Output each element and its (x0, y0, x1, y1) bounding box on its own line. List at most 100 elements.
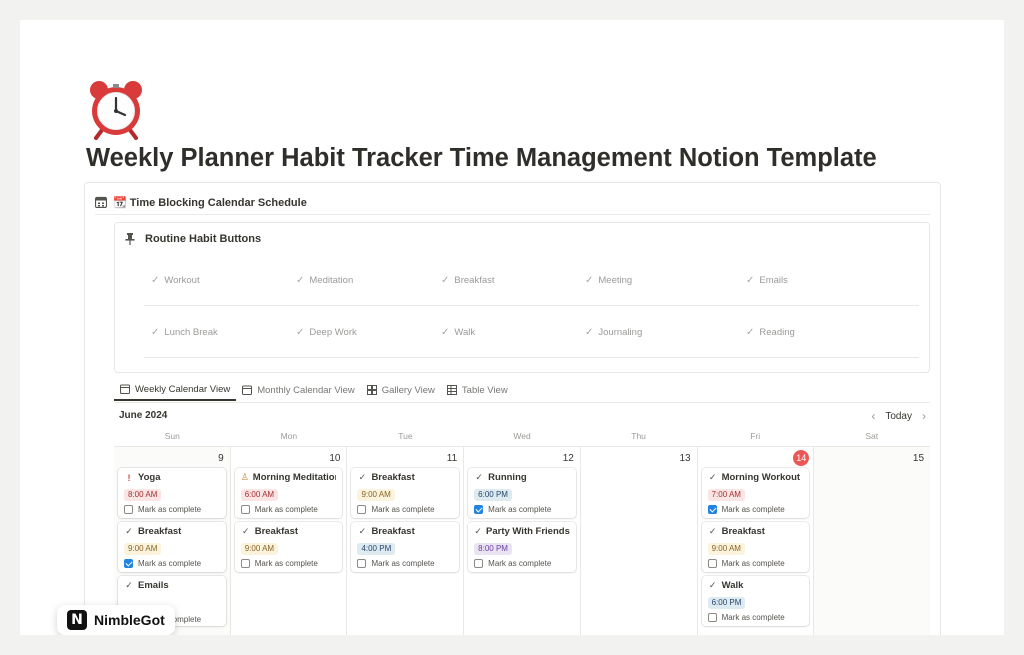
calendar-icon (120, 384, 130, 394)
weekday-label: Tue (398, 431, 413, 441)
calendar-grid: 9! Yoga 8:00 AM Mark as complete ✓ Breakfast 9… (114, 446, 931, 635)
mark-complete-row: Mark as complete (240, 505, 337, 514)
chevron-left-icon[interactable]: ‹ (871, 409, 875, 423)
tab-weekly-calendar-view[interactable]: Weekly Calendar View (114, 379, 237, 401)
schedule-block: 📆 Time Blocking Calendar Schedule Routin… (84, 182, 941, 635)
event-title-row: ✓ Emails (124, 579, 220, 592)
complete-checkbox[interactable] (474, 505, 484, 514)
weekday-label: Thu (631, 431, 646, 441)
complete-checkbox[interactable] (124, 559, 133, 568)
habit-button[interactable]: ✓ Lunch Break (145, 324, 224, 341)
day-cell[interactable]: 12 ✓ Running 6:00 PM Mark as complete ✓ Party … (464, 447, 581, 635)
event-card[interactable]: ✓ Breakfast 9:00 AM Mark as complete (351, 468, 460, 518)
mark-complete-row: Mark as complete (357, 559, 453, 568)
tab-label: Table View (461, 384, 508, 396)
routine-header: Routine Habit Buttons (125, 233, 261, 245)
event-card[interactable]: ✓ Breakfast 9:00 AM Mark as complete (118, 522, 226, 572)
habit-button[interactable]: ✓ Deep Work (290, 324, 363, 341)
day-cell[interactable]: 10 ♙ Morning Meditation 6:00 AM Mark as comp… (231, 447, 348, 635)
event-title: Breakfast (721, 526, 765, 537)
event-title: Breakfast (254, 526, 299, 537)
mark-complete-label: Mark as complete (488, 505, 552, 514)
today-button[interactable]: Today (885, 411, 912, 422)
event-card[interactable]: ✓ Party With Friends 8:00 PM Mark as comple… (468, 522, 576, 572)
gallery-icon (366, 385, 377, 395)
day-cell[interactable]: 13 (581, 447, 698, 635)
event-card[interactable]: ♙ Morning Meditation 6:00 AM Mark as comple… (234, 468, 343, 518)
habit-button[interactable]: ✓ Walk (435, 324, 481, 341)
habit-button[interactable]: ✓ Meditation (290, 272, 359, 289)
event-card[interactable]: ✓ Morning Workout 7:00 AM Mark as complete (701, 468, 810, 518)
day-cell[interactable]: 15 (814, 447, 931, 635)
event-time-tag: 8:00 AM (124, 489, 162, 501)
habit-button-label: Lunch Break (164, 327, 218, 338)
date-number: 15 (912, 453, 925, 464)
event-card[interactable]: ✓ Walk 6:00 PM Mark as complete (701, 576, 810, 626)
event-time-tag: 6:00 AM (240, 489, 279, 501)
mark-complete-row: Mark as complete (707, 613, 804, 622)
complete-checkbox[interactable] (357, 505, 367, 514)
divider (114, 402, 930, 403)
divider (144, 305, 919, 306)
check-icon: ✓ (151, 275, 160, 286)
complete-checkbox[interactable] (707, 505, 717, 514)
day-cell[interactable]: 11 ✓ Breakfast 9:00 AM Mark as complete ✓ Brea… (347, 447, 465, 635)
mark-complete-row: Mark as complete (707, 505, 804, 514)
event-title-row: ! Yoga (124, 471, 220, 484)
view-tabs: Weekly Calendar View Monthly Calendar Vie… (114, 379, 514, 401)
chevron-right-icon[interactable]: › (922, 409, 926, 423)
brand-name: NimbleGot (94, 612, 165, 628)
habit-button[interactable]: ✓ Workout (145, 272, 206, 289)
check-icon: ✓ (746, 275, 755, 286)
event-title: Breakfast (371, 526, 415, 537)
weekday-label: Sat (865, 431, 879, 441)
mark-complete-label: Mark as complete (721, 505, 785, 514)
mark-complete-label: Mark as complete (254, 559, 318, 568)
tab-table-view[interactable]: Table View (441, 379, 514, 401)
weekday-label: Mon (280, 431, 298, 441)
event-title-row: ✓ Walk (708, 579, 804, 592)
event-card[interactable]: ✓ Breakfast 9:00 AM Mark as complete (701, 522, 810, 572)
event-card[interactable]: ✓ Breakfast 4:00 PM Mark as complete (351, 522, 460, 572)
habit-button[interactable]: ✓ Emails (740, 272, 794, 289)
tab-gallery-view[interactable]: Gallery View (361, 379, 441, 401)
habit-button-label: Emails (759, 275, 788, 286)
mark-complete-row: Mark as complete (357, 505, 453, 514)
event-time-tag: 4:00 PM (357, 543, 396, 555)
tab-monthly-calendar-view[interactable]: Monthly Calendar View (236, 379, 361, 401)
weekday-label: Fri (750, 431, 761, 441)
habit-button[interactable]: ✓ Meeting (579, 272, 638, 289)
complete-checkbox[interactable] (474, 559, 484, 568)
habit-button-label: Deep Work (309, 327, 357, 338)
complete-checkbox[interactable] (707, 559, 717, 568)
section-header[interactable]: 📆 Time Blocking Calendar Schedule (95, 193, 307, 211)
complete-checkbox[interactable] (707, 613, 717, 622)
event-title: Running (488, 472, 527, 483)
check-icon: ✓ (475, 472, 483, 482)
event-card[interactable]: ✓ Breakfast 9:00 AM Mark as complete (234, 522, 343, 572)
complete-checkbox[interactable] (357, 559, 367, 568)
habit-button[interactable]: ✓ Breakfast (435, 272, 501, 289)
meditation-icon: ♙ (240, 472, 249, 482)
habit-button-label: Journaling (598, 327, 643, 338)
habit-button[interactable]: ✓ Journaling (579, 324, 648, 341)
calendar-nav: ‹ Today › (871, 409, 926, 423)
event-title: Emails (138, 580, 169, 591)
event-title: Morning Workout (721, 472, 801, 483)
month-label: June 2024 (119, 410, 168, 421)
event-time-tag: 9:00 AM (357, 489, 395, 501)
mark-complete-label: Mark as complete (138, 505, 202, 514)
complete-checkbox[interactable] (240, 559, 250, 568)
complete-checkbox[interactable] (124, 505, 133, 514)
day-cell[interactable]: 14 ✓ Morning Workout 7:00 AM Mark as complet… (698, 447, 815, 635)
check-icon: ✓ (746, 327, 755, 338)
event-time-tag: 6:00 PM (474, 489, 512, 501)
event-card[interactable]: ✓ Running 6:00 PM Mark as complete (468, 468, 576, 518)
event-title: Yoga (138, 472, 161, 483)
page-title: Weekly Planner Habit Tracker Time Manage… (86, 144, 877, 172)
habit-button[interactable]: ✓ Reading (740, 324, 801, 341)
check-icon: ✓ (241, 526, 250, 536)
complete-checkbox[interactable] (240, 505, 250, 514)
event-card[interactable]: ! Yoga 8:00 AM Mark as complete (118, 468, 226, 518)
event-time-tag: 8:00 PM (474, 543, 512, 555)
